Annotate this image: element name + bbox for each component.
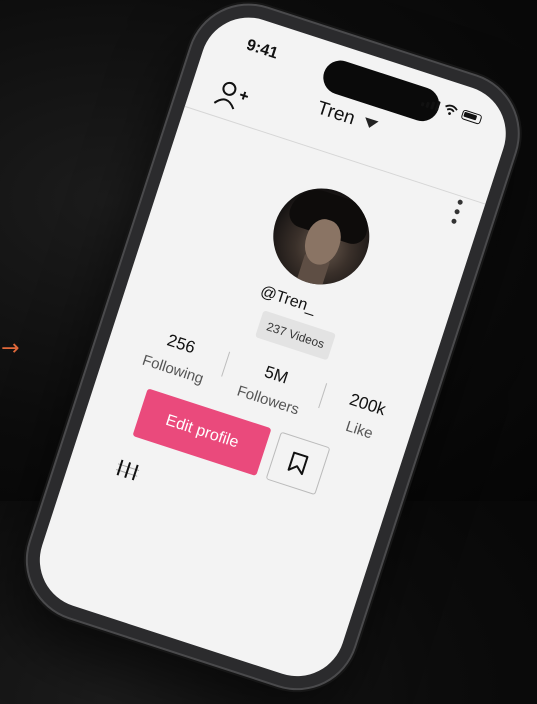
battery-icon: [460, 109, 483, 125]
status-time: 9:41: [244, 36, 281, 63]
phone-screen: 9:41 Tren @Tren_ 237 Videos 256 Followin…: [27, 5, 519, 689]
stat-likes[interactable]: 200k Like: [319, 383, 409, 451]
wifi-icon: [445, 104, 458, 115]
bookmark-button[interactable]: [265, 431, 331, 496]
bookmark-icon: [287, 451, 309, 476]
more-vertical-icon[interactable]: [450, 199, 464, 225]
avatar[interactable]: [260, 175, 382, 297]
stat-followers[interactable]: 5M Followers: [222, 352, 323, 423]
caret-down-icon: [362, 117, 379, 131]
stat-following[interactable]: 256 Following: [128, 321, 226, 391]
phone-mockup: 9:41 Tren @Tren_ 237 Videos 256 Followin…: [12, 0, 534, 704]
background-arrow-icon: →: [1, 336, 20, 361]
grid-view-icon[interactable]: [113, 457, 142, 483]
